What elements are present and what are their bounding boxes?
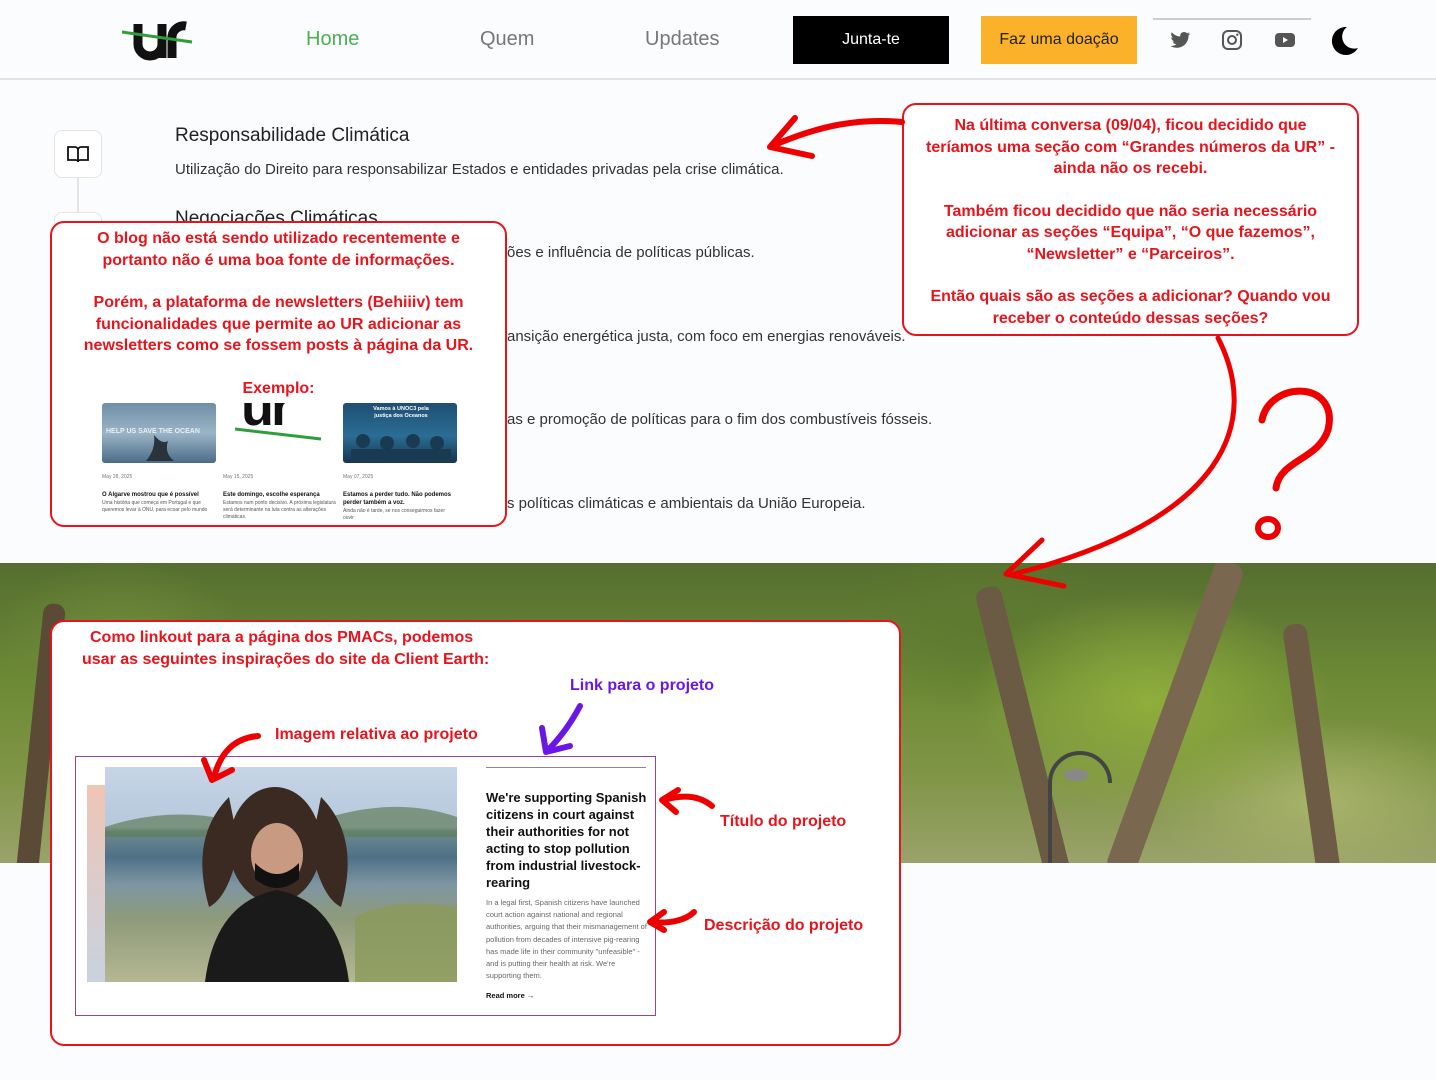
twitter-icon[interactable] <box>1168 28 1192 52</box>
note-sections: Na última conversa (09/04), ficou decidi… <box>902 103 1359 336</box>
label-desc: Descrição do projeto <box>704 917 864 934</box>
nav-quem[interactable]: Quem <box>480 28 534 51</box>
project-card[interactable]: We're supporting Spanish citizens in cou… <box>75 756 656 1016</box>
project-image[interactable] <box>105 767 457 982</box>
project-title[interactable]: We're supporting Spanish citizens in cou… <box>486 789 651 891</box>
note-blog: O blog não está sendo utilizado recentem… <box>50 221 507 527</box>
social-divider <box>1153 18 1311 20</box>
label-image: Imagem relativa ao projeto <box>275 726 478 743</box>
card-divider <box>486 767 646 768</box>
arrow-icon <box>769 117 905 149</box>
newsletter-thumb-image: ur <box>223 403 337 463</box>
instagram-icon[interactable] <box>1220 28 1244 52</box>
arrow-icon <box>767 115 815 159</box>
book-icon[interactable] <box>54 130 102 178</box>
nav-home[interactable]: Home <box>306 28 359 51</box>
moon-icon[interactable] <box>1327 24 1361 58</box>
newsletter-thumb-image: Vamos à UNOC3 pela justiça dos Oceanos <box>343 403 457 463</box>
street-lamp <box>1048 751 1112 863</box>
site-header: Home Quem Updates Junta-te Faz uma doaçã… <box>0 0 1436 80</box>
question-mark-icon <box>1258 387 1333 492</box>
item-desc-transicao: ansição energética justa, com foco em en… <box>507 328 906 345</box>
item-desc-negociacoes: ões e influência de políticas públicas. <box>507 244 755 261</box>
newsletter-thumb-image: HELP US SAVE THE OCEAN <box>102 403 216 463</box>
newsletter-thumb[interactable]: ur May 15, 2025 Este domingo, escolhe es… <box>223 403 337 521</box>
ur-logo[interactable] <box>120 12 200 62</box>
item-desc-responsabilidade: Utilização do Direito para responsabiliz… <box>175 161 784 178</box>
timeline-line <box>77 178 79 212</box>
item-title-responsabilidade: Responsabilidade Climática <box>175 125 410 146</box>
item-desc-combustiveis: as e promoção de políticas para o fim do… <box>507 411 933 428</box>
label-link: Link para o projeto <box>570 677 715 694</box>
donate-button[interactable]: Faz uma doação <box>981 16 1137 64</box>
label-title: Título do projeto <box>720 813 847 830</box>
card-accent-strip <box>87 785 105 982</box>
youtube-icon[interactable] <box>1273 28 1297 52</box>
nav-updates[interactable]: Updates <box>645 28 720 51</box>
arrow-icon <box>1007 335 1237 578</box>
newsletter-thumb[interactable]: HELP US SAVE THE OCEAN May 28, 2025 O Al… <box>102 403 216 514</box>
project-description: In a legal first, Spanish citizens have … <box>486 898 647 981</box>
read-more-link[interactable]: Read more → <box>486 991 534 1000</box>
newsletter-thumb[interactable]: Vamos à UNOC3 pela justiça dos Oceanos M… <box>343 403 457 522</box>
item-desc-ue: s políticas climáticas e ambientais da U… <box>507 495 866 512</box>
join-button[interactable]: Junta-te <box>793 16 949 64</box>
question-mark-icon <box>1255 516 1281 540</box>
